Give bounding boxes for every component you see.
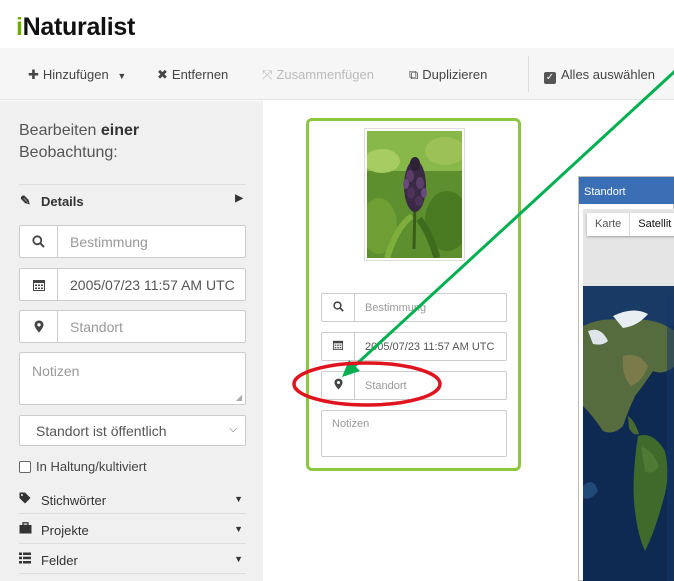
card-location-placeholder: Standort <box>365 380 407 392</box>
tag-icon <box>19 492 33 507</box>
merge-icon: ⤧ <box>262 67 273 82</box>
card-notes-placeholder: Notizen <box>332 418 370 430</box>
panel-title-bold: einer <box>100 122 140 139</box>
remove-button[interactable]: ✖ Entfernen <box>157 67 228 83</box>
card-date-field[interactable]: 2005/07/23 11:57 AM UTC <box>321 332 507 361</box>
top-bar: iNaturalist <box>0 0 674 48</box>
checkbox-checked-icon: ✓ <box>544 72 556 84</box>
details-label: Details <box>41 194 84 209</box>
location-map-panel: Standort Karte Satellit <box>578 176 674 581</box>
captive-label: In Haltung/kultiviert <box>36 459 147 474</box>
search-icon <box>322 294 355 321</box>
projects-label: Projekte <box>41 523 89 538</box>
panel-title-suffix: Beobachtung: <box>19 144 118 161</box>
toolbar-divider <box>528 56 529 92</box>
card-identification-field[interactable]: Bestimmung <box>321 293 507 322</box>
tags-section[interactable]: Stichwörter ▼ <box>19 486 246 514</box>
edit-observation-panel: Bearbeiten einer Beobachtung: ✎ Details … <box>0 101 263 581</box>
duplicate-button-label: Duplizieren <box>422 67 488 82</box>
map-marker-icon <box>20 311 58 342</box>
toolbar: ✚ Hinzufügen ▼ ✖ Entfernen ⤧ Zusammenfügen … <box>0 48 674 100</box>
card-date-value: 2005/07/23 11:57 AM UTC <box>365 341 495 353</box>
checkbox-icon[interactable] <box>19 461 31 473</box>
fields-section[interactable]: Felder ▼ <box>19 546 246 574</box>
merge-button[interactable]: ⤧ Zusammenfügen <box>262 67 374 83</box>
date-field[interactable]: 2005/07/23 11:57 AM UTC <box>19 268 246 301</box>
details-section-header[interactable]: ✎ Details ▶ <box>19 184 246 214</box>
card-notes-textarea[interactable]: Notizen <box>321 410 507 457</box>
remove-button-label: Entfernen <box>171 67 229 82</box>
select-all-button[interactable]: ✓ Alles auswählen <box>544 67 655 84</box>
caret-down-icon: ▼ <box>234 494 243 504</box>
geoprivacy-value: Standort ist öffentlich <box>36 423 167 439</box>
x-icon: ✖ <box>157 67 168 82</box>
card-identification-placeholder: Bestimmung <box>365 302 427 314</box>
date-value: 2005/07/23 11:57 AM UTC <box>70 277 235 293</box>
duplicate-button[interactable]: ⧉ Duplizieren <box>409 67 487 83</box>
map-panel-title: Standort <box>584 186 626 198</box>
select-all-label: Alles auswählen <box>561 67 655 82</box>
location-placeholder: Standort <box>70 319 123 335</box>
identification-field[interactable]: Bestimmung <box>19 225 246 258</box>
resize-grip-icon[interactable]: ◢ <box>236 393 242 402</box>
panel-title: Bearbeiten einer Beobachtung: <box>19 120 219 164</box>
pencil-icon: ✎ <box>20 193 31 208</box>
satellite-map-image <box>583 286 674 581</box>
identification-placeholder: Bestimmung <box>70 234 148 250</box>
map-type-control: Karte Satellit <box>587 213 674 236</box>
notes-placeholder: Notizen <box>32 363 80 379</box>
briefcase-icon <box>19 522 33 537</box>
chevron-down-icon: ⌵ <box>229 424 237 435</box>
caret-down-icon: ▼ <box>117 71 127 81</box>
stage: iNaturalist ✚ Hinzufügen ▼ ✖ Entfernen ⤧ Zu… <box>0 0 674 581</box>
plus-icon: ✚ <box>28 67 39 82</box>
notes-textarea[interactable]: Notizen ◢ <box>19 352 246 405</box>
caret-down-icon: ▼ <box>234 524 243 534</box>
panel-title-prefix: Bearbeiten <box>19 122 97 139</box>
geoprivacy-select[interactable]: Standort ist öffentlich ⌵ <box>19 415 246 446</box>
plant-photo-image <box>367 131 462 258</box>
card-location-field[interactable]: Standort <box>321 371 507 400</box>
merge-button-label: Zusammenfügen <box>276 67 374 82</box>
copy-icon: ⧉ <box>409 67 419 82</box>
calendar-icon <box>322 333 355 360</box>
logo-i: i <box>16 13 23 41</box>
map-tab-satellite[interactable]: Satellit <box>629 213 674 236</box>
list-icon <box>19 552 33 567</box>
inaturalist-logo[interactable]: iNaturalist <box>16 13 135 42</box>
map-tab-karte[interactable]: Karte <box>587 213 629 236</box>
map-canvas[interactable]: Karte Satellit <box>583 209 674 581</box>
projects-section[interactable]: Projekte ▼ <box>19 516 246 544</box>
observation-photo[interactable] <box>364 128 465 261</box>
map-marker-icon <box>322 372 355 399</box>
observation-card[interactable]: Bestimmung 2005/07/23 11:57 AM UTC Stand… <box>306 118 521 471</box>
add-button[interactable]: ✚ Hinzufügen ▼ <box>28 67 126 83</box>
map-panel-header: Standort <box>579 177 674 204</box>
captive-checkbox[interactable]: In Haltung/kultiviert <box>19 459 147 474</box>
location-field[interactable]: Standort <box>19 310 246 343</box>
triangle-right-icon: ▶ <box>235 193 243 204</box>
calendar-icon <box>20 269 58 300</box>
caret-down-icon: ▼ <box>234 554 243 564</box>
logo-text: Naturalist <box>22 13 136 41</box>
tags-label: Stichwörter <box>41 493 107 508</box>
add-button-label: Hinzufügen <box>42 67 109 82</box>
search-icon <box>20 226 58 257</box>
fields-label: Felder <box>41 553 78 568</box>
